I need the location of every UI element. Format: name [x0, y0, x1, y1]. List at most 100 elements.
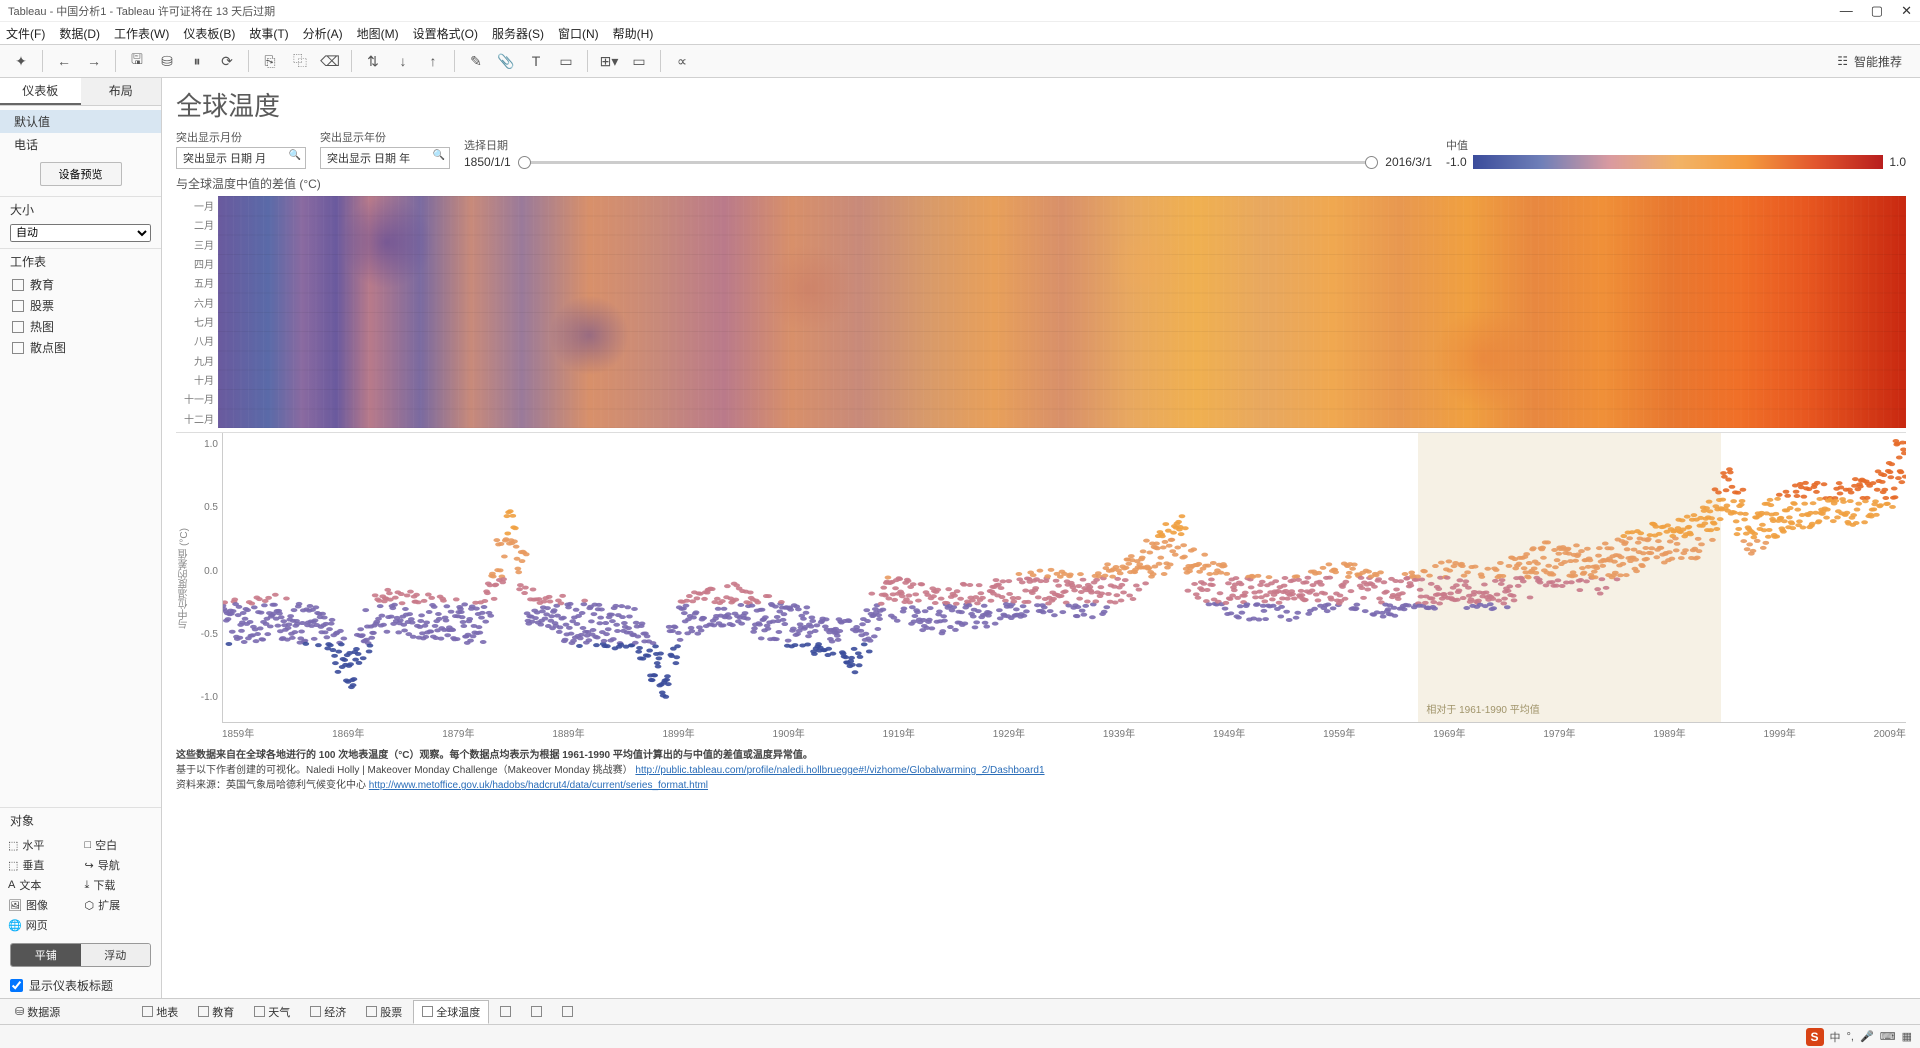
objects-header: 对象: [0, 807, 161, 833]
ime-grid-icon[interactable]: ▦: [1902, 1030, 1912, 1043]
filter-year-select[interactable]: 突出显示 日期 年: [320, 147, 450, 169]
filter-month-select[interactable]: 突出显示 日期 月: [176, 147, 306, 169]
extension-icon: ⬡: [85, 899, 95, 912]
sheet-item[interactable]: 股票: [0, 295, 161, 316]
menu-story[interactable]: 故事(T): [249, 25, 288, 42]
sheet-tab[interactable]: 天气: [245, 1000, 299, 1024]
group-button[interactable]: 📎: [493, 48, 519, 74]
float-button[interactable]: 浮动: [81, 944, 151, 966]
obj-web[interactable]: 🌐网页: [8, 917, 77, 933]
new-datasource-button[interactable]: ⛁: [154, 48, 180, 74]
obj-extension[interactable]: ⬡扩展: [85, 897, 154, 913]
menu-map[interactable]: 地图(M): [357, 25, 399, 42]
sort-desc-button[interactable]: ↑: [420, 48, 446, 74]
sidebar-tab-layout[interactable]: 布局: [81, 78, 162, 105]
dashboard-canvas: 全球温度 突出显示月份 突出显示 日期 月 突出显示年份 突出显示 日期 年 选…: [162, 78, 1920, 998]
sheet-tab[interactable]: 股票: [357, 1000, 411, 1024]
sheet-tab[interactable]: 教育: [189, 1000, 243, 1024]
sheet-item[interactable]: 热图: [0, 316, 161, 337]
obj-download[interactable]: ⤓下载: [85, 877, 154, 893]
refresh-button[interactable]: ⟳: [214, 48, 240, 74]
share-button[interactable]: ∝: [669, 48, 695, 74]
text-button[interactable]: T: [523, 48, 549, 74]
show-title-checkbox[interactable]: [10, 979, 23, 992]
footnote: 这些数据来自在全球各地进行的 100 次地表温度（°C）观察。每个数据点均表示为…: [176, 748, 1906, 793]
show-title-row: 显示仪表板标题: [0, 973, 161, 998]
clear-button[interactable]: ⌫: [317, 48, 343, 74]
menu-dashboard[interactable]: 仪表板(B): [183, 25, 235, 42]
footnote-link-1[interactable]: http://public.tableau.com/profile/naledi…: [635, 765, 1044, 776]
present-button[interactable]: ▭: [626, 48, 652, 74]
smart-recommend-button[interactable]: ☷ 智能推荐: [1827, 53, 1912, 70]
menu-data[interactable]: 数据(D): [59, 25, 100, 42]
swap-button[interactable]: ⇅: [360, 48, 386, 74]
date-slider[interactable]: [519, 161, 1378, 164]
duplicate-button[interactable]: ⿻: [287, 48, 313, 74]
filter-year-label: 突出显示年份: [320, 129, 450, 145]
heatmap-month-labels: 一月二月三月四月五月六月七月八月九月十月十一月十二月: [176, 196, 218, 428]
ime-punct-icon[interactable]: °,: [1847, 1031, 1854, 1043]
sheet-item[interactable]: 散点图: [0, 337, 161, 358]
tile-button[interactable]: 平铺: [11, 944, 81, 966]
new-dashboard-tab[interactable]: [522, 1002, 551, 1021]
obj-blank[interactable]: □空白: [85, 837, 154, 853]
show-labels-button[interactable]: ▭: [553, 48, 579, 74]
titlebar: Tableau - 中国分析1 - Tableau 许可证将在 13 天后过期 …: [0, 0, 1920, 22]
new-worksheet-button[interactable]: ⎘: [257, 48, 283, 74]
sort-asc-button[interactable]: ↓: [390, 48, 416, 74]
fit-dropdown[interactable]: ⊞▾: [596, 48, 622, 74]
back-button[interactable]: ←: [51, 48, 77, 74]
heatmap-body[interactable]: [218, 196, 1906, 428]
sidebar-phone[interactable]: 电话: [0, 133, 161, 156]
obj-vertical[interactable]: ⬚垂直: [8, 857, 77, 873]
menu-server[interactable]: 服务器(S): [492, 25, 544, 42]
nav-icon: ↪: [85, 859, 94, 872]
show-title-label: 显示仪表板标题: [29, 977, 113, 994]
tableau-logo-icon[interactable]: ✦: [8, 48, 34, 74]
ime-badge[interactable]: S: [1806, 1028, 1824, 1046]
menu-window[interactable]: 窗口(N): [558, 25, 599, 42]
menu-file[interactable]: 文件(F): [6, 25, 45, 42]
heatmap-chart[interactable]: 一月二月三月四月五月六月七月八月九月十月十一月十二月: [176, 196, 1906, 428]
ime-mic-icon[interactable]: 🎤: [1860, 1030, 1874, 1043]
sheet-tab[interactable]: 全球温度: [413, 1000, 489, 1024]
filter-month-label: 突出显示月份: [176, 129, 306, 145]
sheet-tab[interactable]: 经济: [301, 1000, 355, 1024]
color-legend[interactable]: [1473, 155, 1884, 169]
scatter-points: [223, 433, 1906, 722]
menu-help[interactable]: 帮助(H): [613, 25, 654, 42]
obj-text[interactable]: A文本: [8, 877, 77, 893]
highlight-button[interactable]: ✎: [463, 48, 489, 74]
sheets-header: 工作表: [0, 248, 161, 274]
new-worksheet-tab[interactable]: [491, 1002, 520, 1021]
ime-keyboard-icon[interactable]: ⌨: [1880, 1030, 1896, 1043]
save-button[interactable]: 🖫: [124, 48, 150, 74]
sidebar-tab-dashboard[interactable]: 仪表板: [0, 78, 81, 105]
maximize-button[interactable]: ▢: [1871, 3, 1883, 19]
datasource-tab[interactable]: ⛁数据源: [6, 1000, 69, 1024]
window-buttons: — ▢ ✕: [1840, 3, 1912, 19]
forward-button[interactable]: →: [81, 48, 107, 74]
pause-button[interactable]: ⏸: [184, 48, 210, 74]
sheet-tab[interactable]: 地表: [133, 1000, 187, 1024]
sheet-icon: [12, 342, 24, 354]
size-select[interactable]: 自动: [10, 224, 151, 242]
scatter-chart[interactable]: 与中位温度的差值 (°C) 1.00.50.0-0.5-1.0 相对于 1961…: [176, 432, 1906, 723]
sheet-item[interactable]: 教育: [0, 274, 161, 295]
ime-lang[interactable]: 中: [1830, 1029, 1841, 1045]
footnote-link-2[interactable]: http://www.metoffice.gov.uk/hadobs/hadcr…: [369, 780, 708, 791]
datasource-icon: ⛁: [15, 1005, 24, 1018]
device-preview-button[interactable]: 设备预览: [40, 162, 122, 186]
menu-format[interactable]: 设置格式(O): [413, 25, 478, 42]
close-button[interactable]: ✕: [1901, 3, 1912, 19]
window-title: Tableau - 中国分析1 - Tableau 许可证将在 13 天后过期: [8, 3, 275, 19]
menu-worksheet[interactable]: 工作表(W): [114, 25, 169, 42]
sidebar-default[interactable]: 默认值: [0, 110, 161, 133]
obj-horizontal[interactable]: ⬚水平: [8, 837, 77, 853]
scatter-body[interactable]: 相对于 1961-1990 平均值: [222, 433, 1906, 723]
obj-nav[interactable]: ↪导航: [85, 857, 154, 873]
obj-image[interactable]: 🖼图像: [8, 897, 77, 913]
new-story-tab[interactable]: [553, 1002, 582, 1021]
menu-analysis[interactable]: 分析(A): [303, 25, 343, 42]
minimize-button[interactable]: —: [1840, 3, 1853, 19]
